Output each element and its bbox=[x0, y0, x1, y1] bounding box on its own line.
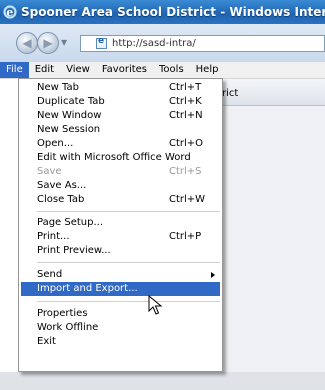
address-bar[interactable]: http://sasd-intra/ bbox=[80, 35, 325, 52]
ie-logo-icon: e bbox=[3, 5, 17, 19]
menu-separator bbox=[37, 301, 220, 302]
menu-item-label: New Session bbox=[37, 124, 101, 135]
menu-item-properties[interactable]: Properties bbox=[19, 307, 222, 321]
submenu-arrow-icon bbox=[211, 272, 215, 278]
menu-item-label: Print Preview... bbox=[37, 245, 111, 256]
menu-item-label: Close Tab bbox=[37, 194, 85, 205]
menu-item-page-setup[interactable]: Page Setup... bbox=[19, 216, 222, 230]
menu-item-shortcut: Ctrl+P bbox=[169, 231, 202, 242]
menu-help[interactable]: Help bbox=[190, 62, 225, 78]
menu-item-shortcut: Ctrl+W bbox=[169, 194, 206, 205]
menu-item-label: Save bbox=[37, 166, 62, 177]
menu-item-open[interactable]: Open... Ctrl+O bbox=[19, 137, 222, 151]
menu-item-import-export[interactable]: Import and Export... bbox=[21, 282, 220, 296]
menu-file[interactable]: File bbox=[0, 62, 29, 78]
menu-item-label: Import and Export... bbox=[37, 283, 138, 294]
tab-title[interactable]: rict bbox=[222, 88, 238, 99]
menu-favorites[interactable]: Favorites bbox=[96, 62, 153, 78]
menu-separator bbox=[37, 211, 220, 212]
menu-item-shortcut: Ctrl+O bbox=[169, 138, 204, 149]
window-title: Spooner Area School District - Windows I… bbox=[21, 5, 325, 19]
navigation-bar: ◀ ▶ ▼ http://sasd-intra/ bbox=[0, 24, 325, 63]
menu-item-work-offline[interactable]: Work Offline bbox=[19, 321, 222, 335]
menu-item-shortcut: Ctrl+N bbox=[169, 110, 203, 121]
menu-item-label: Open... bbox=[37, 138, 74, 149]
menu-item-print[interactable]: Print... Ctrl+P bbox=[19, 230, 222, 244]
back-button[interactable]: ◀ bbox=[16, 32, 38, 54]
menu-bar: File Edit View Favorites Tools Help bbox=[0, 62, 325, 79]
menu-item-print-preview[interactable]: Print Preview... bbox=[19, 244, 222, 258]
file-menu-dropdown: New Tab Ctrl+T Duplicate Tab Ctrl+K New … bbox=[18, 78, 223, 372]
recent-pages-dropdown[interactable]: ▼ bbox=[61, 38, 67, 47]
menu-item-duplicate-tab[interactable]: Duplicate Tab Ctrl+K bbox=[19, 95, 222, 109]
menu-item-new-session[interactable]: New Session bbox=[19, 123, 222, 137]
menu-item-shortcut: Ctrl+K bbox=[169, 96, 202, 107]
status-area bbox=[0, 372, 325, 390]
page-background bbox=[208, 106, 325, 390]
menu-edit[interactable]: Edit bbox=[29, 62, 60, 78]
menu-item-send[interactable]: Send bbox=[19, 268, 222, 282]
page-icon bbox=[96, 36, 107, 49]
menu-item-label: New Tab bbox=[37, 82, 79, 93]
menu-view[interactable]: View bbox=[60, 62, 96, 78]
menu-item-label: Save As... bbox=[37, 180, 87, 191]
menu-item-edit-with-word[interactable]: Edit with Microsoft Office Word bbox=[19, 151, 222, 165]
menu-item-save: Save Ctrl+S bbox=[19, 165, 222, 179]
menu-item-label: Exit bbox=[37, 336, 56, 347]
forward-arrow-icon: ▶ bbox=[43, 36, 53, 50]
menu-item-label: Send bbox=[37, 269, 63, 280]
menu-item-new-tab[interactable]: New Tab Ctrl+T bbox=[19, 81, 222, 95]
back-arrow-icon: ◀ bbox=[22, 36, 32, 50]
menu-item-shortcut: Ctrl+S bbox=[169, 166, 202, 177]
menu-item-label: Page Setup... bbox=[37, 217, 104, 228]
title-bar: e Spooner Area School District - Windows… bbox=[0, 0, 325, 24]
menu-separator bbox=[37, 262, 220, 263]
mouse-pointer-icon bbox=[148, 295, 162, 315]
menu-item-label: Print... bbox=[37, 231, 70, 242]
menu-item-label: Duplicate Tab bbox=[37, 96, 105, 107]
menu-item-label: Properties bbox=[37, 308, 88, 319]
menu-item-label: Work Offline bbox=[37, 322, 99, 333]
forward-button[interactable]: ▶ bbox=[37, 32, 59, 54]
url-text: http://sasd-intra/ bbox=[112, 38, 196, 49]
menu-tools[interactable]: Tools bbox=[153, 62, 190, 78]
menu-item-close-tab[interactable]: Close Tab Ctrl+W bbox=[19, 193, 222, 207]
svg-text:e: e bbox=[6, 6, 13, 19]
menu-item-label: Edit with Microsoft Office Word bbox=[37, 152, 191, 163]
menu-item-label: New Window bbox=[37, 110, 102, 121]
menu-item-exit[interactable]: Exit bbox=[19, 335, 222, 349]
menu-item-save-as[interactable]: Save As... bbox=[19, 179, 222, 193]
menu-item-new-window[interactable]: New Window Ctrl+N bbox=[19, 109, 222, 123]
menu-item-shortcut: Ctrl+T bbox=[169, 82, 202, 93]
